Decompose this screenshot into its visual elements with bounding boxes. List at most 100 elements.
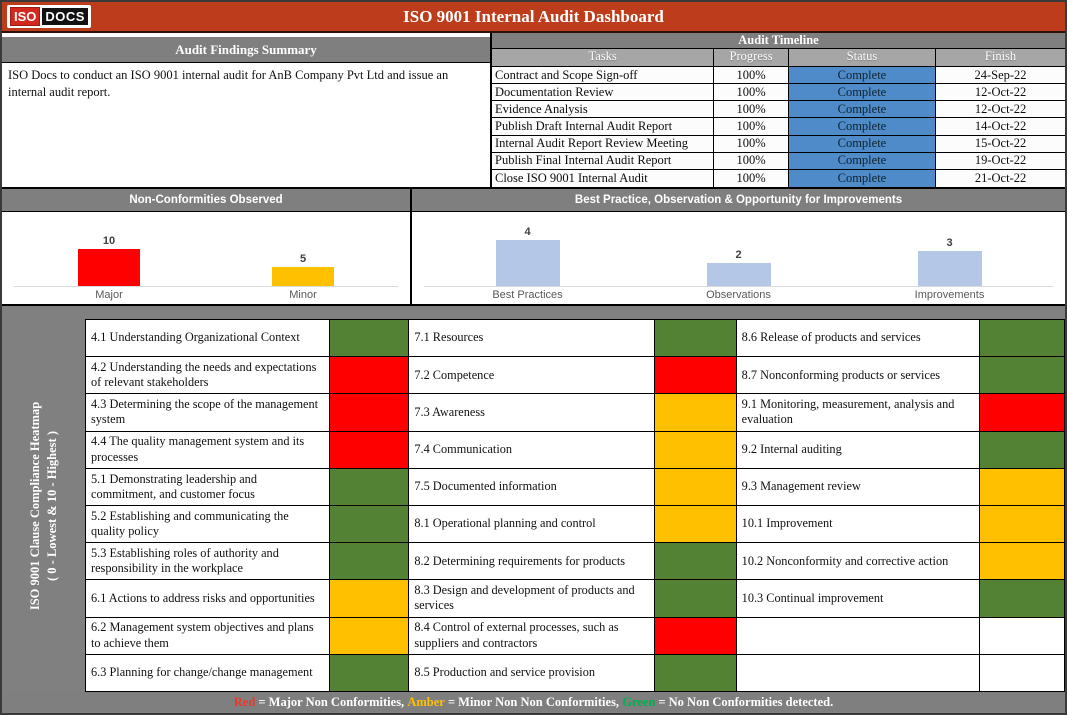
timeline-task-cell: Publish Draft Internal Audit Report bbox=[492, 118, 714, 135]
heatmap-clause-label: 7.4 Communication bbox=[409, 432, 655, 469]
chart-cats-1: Best PracticesObservationsImprovements bbox=[412, 287, 1065, 304]
heatmap-score-cell-amber bbox=[980, 469, 1065, 506]
heatmap-clause-label: 10.1 Improvement bbox=[737, 506, 981, 543]
bar-value-label: 10 bbox=[103, 235, 115, 247]
heatmap-score-cell-amber bbox=[655, 506, 737, 543]
timeline-task-cell: Close ISO 9001 Internal Audit bbox=[492, 170, 714, 187]
heatmap-sidebar: ISO 9001 Clause Compliance Heatmap ( 0 -… bbox=[2, 319, 85, 692]
timeline-task-cell: Evidence Analysis bbox=[492, 101, 714, 118]
timeline-task-cell: Contract and Scope Sign-off bbox=[492, 67, 714, 84]
timeline-task-cell: Documentation Review bbox=[492, 84, 714, 101]
heatmap-score-cell-green bbox=[980, 357, 1065, 394]
heatmap-score-cell-red bbox=[330, 432, 410, 469]
timeline-finish-cell: 12-Oct-22 bbox=[936, 84, 1065, 101]
heatmap-clause-label: 9.2 Internal auditing bbox=[737, 432, 981, 469]
timeline-status-cell: Complete bbox=[789, 170, 936, 187]
heatmap-clause-label: 8.7 Nonconforming products or services bbox=[737, 357, 981, 394]
heatmap-clause-label: 8.6 Release of products and services bbox=[737, 320, 981, 357]
heatmap-score-cell-amber bbox=[980, 506, 1065, 543]
bar-value-label: 4 bbox=[524, 226, 530, 238]
timeline-status-cell: Complete bbox=[789, 153, 936, 170]
heatmap-clause-label: 6.2 Management system objectives and pla… bbox=[86, 618, 330, 655]
heatmap-score-cell-green bbox=[655, 543, 737, 580]
heatmap-score-cell-red bbox=[330, 357, 410, 394]
legend-segment: Amber bbox=[407, 695, 445, 710]
heatmap-sidebar-title: ISO 9001 Clause Compliance Heatmap ( 0 -… bbox=[27, 341, 61, 671]
timeline-status-cell: Complete bbox=[789, 136, 936, 153]
legend-bar: Red = Major Non Conformities, Amber = Mi… bbox=[2, 692, 1065, 713]
heatmap-score-cell-green bbox=[655, 655, 737, 692]
timeline-progress-cell: 100% bbox=[714, 136, 788, 153]
heatmap-sidebar-line1: ISO 9001 Clause Compliance Heatmap bbox=[27, 341, 44, 671]
timeline-finish-cell: 19-Oct-22 bbox=[936, 153, 1065, 170]
best-practice-chart: Best Practice, Observation & Opportunity… bbox=[412, 189, 1065, 304]
timeline-row: Evidence Analysis100%Complete12-Oct-22 bbox=[492, 101, 1065, 118]
timeline-status-cell: Complete bbox=[789, 67, 936, 84]
heatmap-score-cell-green bbox=[330, 655, 410, 692]
heatmap-score-cell-amber bbox=[655, 469, 737, 506]
timeline-row: Contract and Scope Sign-off100%Complete2… bbox=[492, 67, 1065, 84]
chart-cats-0: MajorMinor bbox=[2, 287, 410, 304]
timeline-progress-cell: 100% bbox=[714, 153, 788, 170]
heatmap-clause-label bbox=[737, 655, 981, 692]
timeline-task-cell: Internal Audit Report Review Meeting bbox=[492, 136, 714, 153]
heatmap-score-cell-green bbox=[655, 320, 737, 357]
timeline-col-header-progress: Progress bbox=[714, 49, 788, 67]
heatmap-clause-label: 5.1 Demonstrating leadership and commitm… bbox=[86, 469, 330, 506]
heatmap-score-cell-green bbox=[980, 432, 1065, 469]
heatmap-clause-label: 8.4 Control of external processes, such … bbox=[409, 618, 655, 655]
bar-group-major: 10 bbox=[12, 235, 206, 286]
audit-timeline-panel: Audit Timeline TasksProgressStatusFinish… bbox=[492, 33, 1065, 187]
timeline-progress-cell: 100% bbox=[714, 67, 788, 84]
heatmap-score-cell-amber bbox=[980, 543, 1065, 580]
heatmap-clause-label: 7.5 Documented information bbox=[409, 469, 655, 506]
heatmap-score-cell-green bbox=[980, 580, 1065, 617]
legend-segment: = Minor Non Non Conformities, bbox=[445, 695, 622, 710]
heatmap-score-cell-green bbox=[330, 469, 410, 506]
timeline-row: Internal Audit Report Review Meeting100%… bbox=[492, 136, 1065, 153]
bar-value-label: 5 bbox=[300, 253, 306, 265]
heatmap-score-cell-blank bbox=[980, 655, 1065, 692]
heatmap-score-cell-green bbox=[330, 506, 410, 543]
heatmap-clause-label: 8.1 Operational planning and control bbox=[409, 506, 655, 543]
timeline-panel-title: Audit Timeline bbox=[492, 33, 1065, 49]
heatmap-clause-label: 4.2 Understanding the needs and expectat… bbox=[86, 357, 330, 394]
timeline-status-cell: Complete bbox=[789, 84, 936, 101]
audit-findings-panel: Audit Findings Summary ISO Docs to condu… bbox=[2, 33, 492, 187]
heatmap-score-cell-amber bbox=[655, 394, 737, 431]
category-label: Major bbox=[12, 287, 206, 304]
heatmap-score-cell-green bbox=[330, 543, 410, 580]
timeline-progress-cell: 100% bbox=[714, 84, 788, 101]
bar-best-practices bbox=[496, 240, 560, 286]
heatmap-clause-label: 9.3 Management review bbox=[737, 469, 981, 506]
timeline-finish-cell: 21-Oct-22 bbox=[936, 170, 1065, 187]
heatmap-score-cell-green bbox=[655, 580, 737, 617]
bar-observations bbox=[707, 263, 771, 286]
timeline-row: Publish Draft Internal Audit Report100%C… bbox=[492, 118, 1065, 135]
heatmap-clause-label: 4.3 Determining the scope of the managem… bbox=[86, 394, 330, 431]
legend-segment: Red bbox=[234, 695, 256, 710]
nonconformities-chart: Non-Conformities Observed 105 MajorMinor bbox=[2, 189, 412, 304]
heatmap-score-cell-green bbox=[330, 320, 410, 357]
legend-segment: Green bbox=[622, 695, 655, 710]
timeline-col-header-tasks: Tasks bbox=[492, 49, 714, 67]
heatmap-clause-label: 10.2 Nonconformity and corrective action bbox=[737, 543, 981, 580]
category-label: Observations bbox=[633, 287, 844, 304]
timeline-status-cell: Complete bbox=[789, 101, 936, 118]
heatmap-clause-label: 6.1 Actions to address risks and opportu… bbox=[86, 580, 330, 617]
findings-description: ISO Docs to conduct an ISO 9001 internal… bbox=[2, 63, 490, 187]
legend-segment: = No Non Conformities detected. bbox=[655, 695, 833, 710]
heatmap-sidebar-line2: ( 0 - Lowest & 10 - Highest ) bbox=[44, 341, 61, 671]
bar-group-minor: 5 bbox=[206, 253, 400, 286]
bar-group-improvements: 3 bbox=[844, 237, 1055, 286]
bar-value-label: 2 bbox=[735, 249, 741, 261]
timeline-finish-cell: 12-Oct-22 bbox=[936, 101, 1065, 118]
app-header: ISODOCS ISO 9001 Internal Audit Dashboar… bbox=[2, 2, 1065, 33]
timeline-status-cell: Complete bbox=[789, 118, 936, 135]
heatmap-clause-label: 7.2 Competence bbox=[409, 357, 655, 394]
heatmap-score-cell-amber bbox=[330, 580, 410, 617]
heatmap-clause-label: 4.4 The quality management system and it… bbox=[86, 432, 330, 469]
heatmap-clause-label: 10.3 Continual improvement bbox=[737, 580, 981, 617]
heatmap-grid: 4.1 Understanding Organizational Context… bbox=[85, 319, 1065, 692]
timeline-finish-cell: 24-Sep-22 bbox=[936, 67, 1065, 84]
